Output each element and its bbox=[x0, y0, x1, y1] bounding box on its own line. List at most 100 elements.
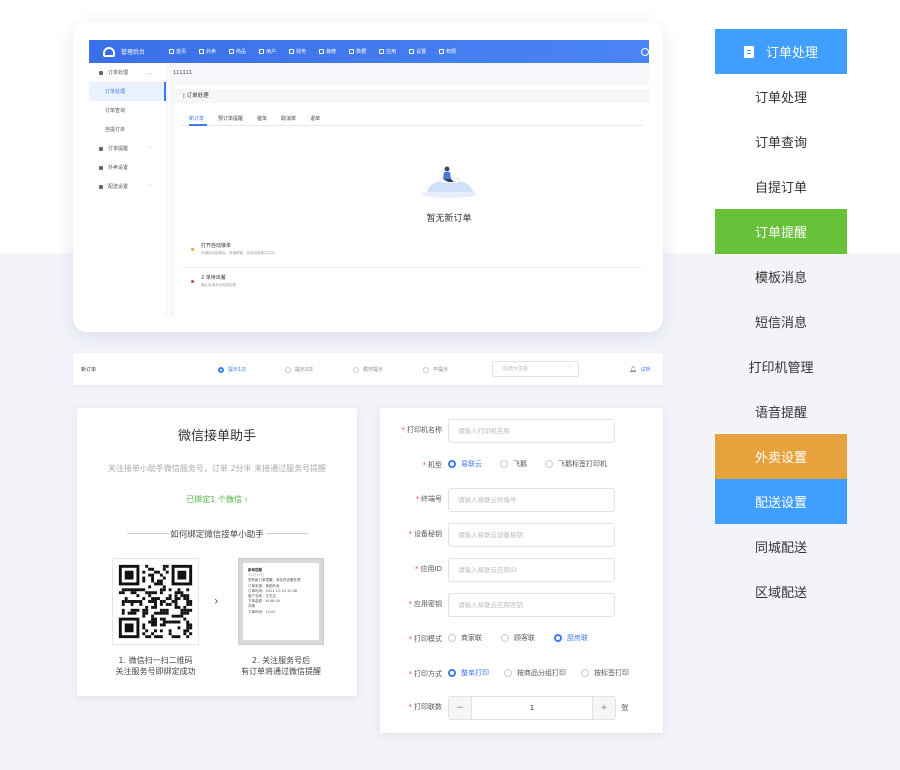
device-secret-input[interactable]: 请输入易联云设备秘钥 bbox=[448, 523, 615, 547]
menu-item-template-msg[interactable]: 模板消息 bbox=[715, 254, 847, 299]
menu-item-order-remind[interactable]: 订单提醒 bbox=[715, 209, 847, 254]
tab-cancel[interactable]: 取消单 bbox=[281, 115, 296, 122]
mode-radio-merchant[interactable]: 商家联 bbox=[448, 633, 482, 643]
gear-icon bbox=[409, 49, 415, 54]
order-tabs: 新订单 预订单提醒 催单 取消单 退单 bbox=[189, 115, 320, 122]
takeout-icon bbox=[199, 49, 205, 54]
wechat-description: 关注接单小助手微信服务号，订单 2分半 未接通过服务号提醒 bbox=[107, 464, 327, 473]
printer-form-card: * 打印机名称 请输入打印机名称 * 机型 易联云 飞鹅 飞鹅标签打印机 * 终端号 … bbox=[380, 408, 663, 733]
menu-item-takeout-settings[interactable]: 外卖设置 bbox=[715, 434, 847, 479]
terminal-input[interactable]: 请输入易联云终端号 bbox=[448, 488, 615, 512]
admin-sidebar: 订单处理 ︿ 订单处理 订单查询 自提订单 订单提醒 ﹀ 外卖设置 配送设置 ﹀ bbox=[89, 63, 167, 316]
decrement-button[interactable]: − bbox=[449, 697, 471, 719]
delivery-icon bbox=[99, 184, 103, 189]
radio-icon bbox=[545, 460, 553, 468]
menu-item-order-query[interactable]: 订单查询 bbox=[715, 119, 847, 164]
search-icon[interactable] bbox=[641, 47, 649, 56]
sidebar-group-remind[interactable]: 订单提醒 ﹀ bbox=[89, 139, 166, 158]
wechat-assistant-card: 微信接单助手 关注接单小助手微信服务号，订单 2分半 未接通过服务号提醒 已绑定… bbox=[77, 408, 357, 696]
model-radio-yilianyun[interactable]: 易联云 bbox=[448, 459, 482, 469]
bell-icon bbox=[99, 146, 103, 151]
radio-icon bbox=[353, 366, 359, 373]
secret-row: * 设备秘钥 请输入易联云设备秘钥 bbox=[380, 523, 663, 547]
model-row: * 机型 易联云 飞鹅 飞鹅标签打印机 bbox=[380, 454, 663, 478]
menu-item-voice[interactable]: 语音提醒 bbox=[715, 389, 847, 434]
test-listen-button[interactable]: 🔔︎ 试听 bbox=[629, 366, 651, 373]
logo-icon bbox=[103, 46, 115, 57]
field-label: * 应用密钥 bbox=[408, 600, 443, 608]
apps-icon bbox=[379, 49, 385, 54]
voice-select[interactable]: 经典女生版 ﹀ bbox=[492, 361, 579, 377]
nav-item-permissions[interactable]: 权限 bbox=[439, 48, 456, 55]
copies-value[interactable]: 1 bbox=[471, 697, 593, 719]
sidebar-item-order-query[interactable]: 订单查询 bbox=[89, 101, 166, 120]
ring-option-once[interactable]: 提示1次 bbox=[218, 366, 246, 373]
tab-preorder-remind[interactable]: 预订单提醒 bbox=[218, 115, 243, 122]
increment-button[interactable]: + bbox=[593, 697, 615, 719]
method-radio-whole[interactable]: 整单打印 bbox=[448, 668, 489, 678]
model-radio-feie-label[interactable]: 飞鹅标签打印机 bbox=[545, 459, 607, 469]
menu-item-area-delivery[interactable]: 区域配送 bbox=[715, 569, 847, 614]
notice-title: 打开自动接单 bbox=[201, 243, 232, 249]
nav-item-decor[interactable]: 装修 bbox=[319, 48, 336, 55]
tab-urge[interactable]: 催单 bbox=[257, 115, 267, 122]
method-radio-by-group[interactable]: 按商品分组打印 bbox=[504, 668, 566, 678]
app-id-input[interactable]: 请输入易联云应用ID bbox=[448, 558, 615, 582]
admin-preview-card: 管理后台 首页 外卖 商品 用户 财务 装修 数据 应用 设置 权限 订单处理 ︿… bbox=[73, 22, 663, 332]
field-label: * 打印方式 bbox=[408, 670, 443, 678]
new-order-ring-bar: 新订单 提示1次 提示3次 循环提示 不提示 经典女生版 ﹀ 🔔︎ 试听 bbox=[73, 353, 663, 385]
chevron-up-icon: ︿ bbox=[148, 69, 152, 75]
tab-new-order[interactable]: 新订单 bbox=[189, 115, 204, 122]
order-panel: | 订单处理 新订单 预订单提醒 催单 取消单 退单 暂无新订单 打开自动接单 … bbox=[175, 85, 649, 316]
field-label: * 应用ID bbox=[415, 565, 442, 573]
tabs-divider bbox=[181, 125, 643, 126]
ring-option-none[interactable]: 不提示 bbox=[423, 366, 448, 373]
finance-icon bbox=[289, 49, 295, 54]
menu-item-sms[interactable]: 短信消息 bbox=[715, 299, 847, 344]
menu-item-order-process[interactable]: 订单处理 bbox=[715, 74, 847, 119]
sidebar-group-order[interactable]: 订单处理 ︿ bbox=[89, 63, 166, 82]
nav-item-finance[interactable]: 财务 bbox=[289, 48, 306, 55]
active-tab-underline bbox=[189, 124, 207, 126]
app-secret-input[interactable]: 请输入易联云应用密钥 bbox=[448, 593, 615, 617]
order-icon bbox=[99, 70, 103, 75]
mode-radio-customer[interactable]: 顾客联 bbox=[501, 633, 535, 643]
ring-option-three[interactable]: 提示3次 bbox=[285, 366, 313, 373]
printer-name-input[interactable]: 请输入打印机名称 bbox=[448, 419, 615, 443]
mode-radio-group: 商家联 顾客联 厨房联 bbox=[448, 633, 588, 643]
nav-item-data[interactable]: 数据 bbox=[349, 48, 366, 55]
nav-item-takeout[interactable]: 外卖 bbox=[199, 48, 216, 55]
radio-icon bbox=[554, 634, 562, 642]
radio-icon bbox=[448, 460, 456, 468]
menu-item-delivery-settings[interactable]: 配送设置 bbox=[715, 479, 847, 524]
nav-item-users[interactable]: 用户 bbox=[259, 48, 276, 55]
takeout-icon bbox=[99, 165, 103, 170]
shield-icon bbox=[439, 49, 445, 54]
menu-item-city-delivery[interactable]: 同城配送 bbox=[715, 524, 847, 569]
bound-wechat-link[interactable]: 已绑定1 个微信 › bbox=[77, 494, 357, 505]
chevron-down-icon: ﹀ bbox=[148, 183, 152, 189]
nav-item-goods[interactable]: 商品 bbox=[229, 48, 246, 55]
nav-item-settings[interactable]: 设置 bbox=[409, 48, 426, 55]
field-label: * 打印机名称 bbox=[401, 426, 443, 434]
method-radio-by-label[interactable]: 按标签打印 bbox=[581, 668, 629, 678]
tab-refund[interactable]: 退单 bbox=[310, 115, 320, 122]
ring-option-loop[interactable]: 循环提示 bbox=[353, 366, 383, 373]
sidebar-item-order-process[interactable]: 订单处理 bbox=[89, 82, 166, 101]
sidebar-group-takeout[interactable]: 外卖设置 bbox=[89, 158, 166, 177]
nav-item-apps[interactable]: 应用 bbox=[379, 48, 396, 55]
sidebar-item-pickup[interactable]: 自提订单 bbox=[89, 120, 166, 139]
notice-pending-meal: 2 单待出餐 确认后请手动完成出餐 bbox=[191, 274, 236, 288]
sidebar-group-delivery[interactable]: 配送设置 ﹀ bbox=[89, 177, 166, 196]
goods-icon bbox=[229, 49, 235, 54]
menu-item-order-process-header[interactable]: 订单处理 bbox=[715, 29, 847, 74]
printer-name-row: * 打印机名称 请输入打印机名称 bbox=[380, 419, 663, 443]
wechat-title: 微信接单助手 bbox=[177, 429, 256, 444]
mode-radio-kitchen[interactable]: 厨房联 bbox=[554, 633, 588, 643]
menu-item-printer[interactable]: 打印机管理 bbox=[715, 344, 847, 389]
model-radio-group: 易联云 飞鹅 飞鹅标签打印机 bbox=[448, 459, 607, 469]
radio-icon bbox=[500, 460, 508, 468]
menu-item-pickup[interactable]: 自提订单 bbox=[715, 164, 847, 209]
nav-item-home[interactable]: 首页 bbox=[169, 48, 186, 55]
model-radio-feie[interactable]: 飞鹅 bbox=[500, 459, 527, 469]
